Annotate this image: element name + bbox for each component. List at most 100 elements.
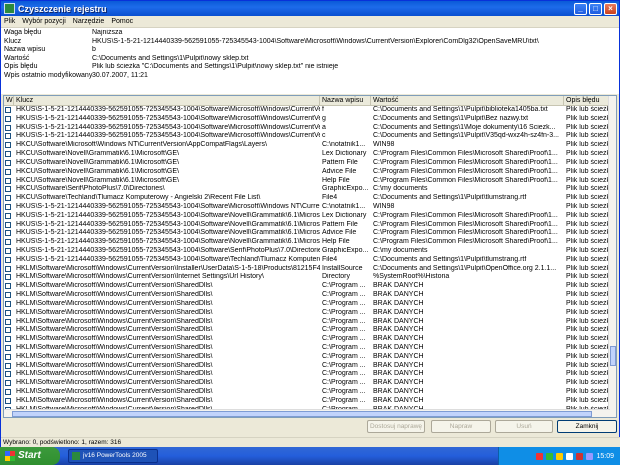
table-row[interactable]: HKUS\S-1-5-21-1214440339-562591055-72534… xyxy=(4,247,616,256)
app-icon xyxy=(4,3,15,14)
column-header-klucz[interactable]: Klucz xyxy=(14,96,320,105)
tray-icon[interactable] xyxy=(546,452,554,460)
customize-repair-button[interactable]: Dostosuj naprawę xyxy=(367,420,425,433)
table-row[interactable]: HKCU\Software\Microsoft\Windows NT\Curre… xyxy=(4,141,616,150)
table-row[interactable]: HKLM\Software\Microsoft\Windows\CurrentV… xyxy=(4,362,616,371)
table-row[interactable]: HKUS\S-1-5-21-1214440339-562591055-72534… xyxy=(4,132,616,141)
table-row[interactable]: HKLM\Software\Microsoft\Windows\CurrentV… xyxy=(4,344,616,353)
registry-errors-table[interactable]: W Klucz Nazwa wpisu Wartość Opis błędu H… xyxy=(3,95,617,418)
table-row[interactable]: HKUS\S-1-5-21-1214440339-562591055-72534… xyxy=(4,229,616,238)
row-checkbox[interactable] xyxy=(5,397,11,404)
horizontal-scroll-thumb[interactable] xyxy=(12,411,592,417)
table-row[interactable]: HKCU\Software\Novell\Grammatik\6.1\Micro… xyxy=(4,150,616,159)
row-checkbox[interactable] xyxy=(5,186,11,193)
row-checkbox[interactable] xyxy=(5,283,11,290)
table-row[interactable]: HKUS\S-1-5-21-1214440339-562591055-72534… xyxy=(4,115,616,124)
repair-button[interactable]: Napraw xyxy=(431,420,491,433)
row-checkbox-cell xyxy=(4,212,14,221)
row-checkbox[interactable] xyxy=(5,362,11,369)
table-row[interactable]: HKUS\S-1-5-21-1214440339-562591055-72534… xyxy=(4,221,616,230)
row-checkbox[interactable] xyxy=(5,318,11,325)
tray-icon[interactable] xyxy=(576,452,584,460)
row-checkbox[interactable] xyxy=(5,389,11,395)
tray-icon[interactable] xyxy=(536,452,544,460)
table-row[interactable]: HKUS\S-1-5-21-1214440339-562591055-72534… xyxy=(4,238,616,247)
table-row[interactable]: HKLM\Software\Microsoft\Windows\CurrentV… xyxy=(4,397,616,406)
column-header-w[interactable]: W xyxy=(4,96,14,105)
table-row[interactable]: HKLM\Software\Microsoft\Windows\CurrentV… xyxy=(4,388,616,397)
vertical-scroll-thumb[interactable] xyxy=(610,346,616,366)
minimize-button[interactable]: _ xyxy=(574,2,587,15)
table-row[interactable]: HKUS\S-1-5-21-1214440339-562591055-72534… xyxy=(4,256,616,265)
close-window-button[interactable]: × xyxy=(604,2,617,15)
table-row[interactable]: HKUS\S-1-5-21-1214440339-562591055-72534… xyxy=(4,124,616,133)
horizontal-scrollbar[interactable] xyxy=(4,409,610,417)
row-checkbox[interactable] xyxy=(5,371,11,378)
row-checkbox[interactable] xyxy=(5,292,11,299)
start-button[interactable]: Start xyxy=(0,447,60,465)
row-checkbox[interactable] xyxy=(5,248,11,254)
vertical-scrollbar[interactable] xyxy=(608,96,616,417)
row-checkbox[interactable] xyxy=(5,133,11,140)
title-bar[interactable]: Czyszczenie rejestru _ □ × xyxy=(1,1,619,16)
row-checkbox[interactable] xyxy=(5,142,11,149)
delete-button[interactable]: Usuń xyxy=(495,420,553,433)
table-row[interactable]: HKLM\Software\Microsoft\Windows\CurrentV… xyxy=(4,300,616,309)
menu-plik[interactable]: Plik xyxy=(4,18,15,25)
row-checkbox[interactable] xyxy=(5,168,11,175)
table-row[interactable]: HKCU\Software\Novell\Grammatik\6.1\Micro… xyxy=(4,168,616,177)
table-row[interactable]: HKCU\Software\Serif\PhotoPlus\7.0\Direct… xyxy=(4,185,616,194)
table-row[interactable]: HKLM\Software\Microsoft\Windows\CurrentV… xyxy=(4,291,616,300)
column-header-nazwa-wpisu[interactable]: Nazwa wpisu xyxy=(320,96,371,105)
row-checkbox[interactable] xyxy=(5,221,11,228)
row-checkbox[interactable] xyxy=(5,239,11,246)
row-checkbox[interactable] xyxy=(5,380,11,387)
row-checkbox[interactable] xyxy=(5,344,11,351)
tray-icon[interactable] xyxy=(586,452,594,460)
table-row[interactable]: HKCU\Software\Techland\Tlumacz Komputero… xyxy=(4,194,616,203)
table-row[interactable]: HKLM\Software\Microsoft\Windows\CurrentV… xyxy=(4,326,616,335)
row-checkbox[interactable] xyxy=(5,265,11,272)
taskbar-task-button[interactable]: jv16 PowerTools 2005 xyxy=(68,449,158,463)
table-row[interactable]: HKUS\S-1-5-21-1214440339-562591055-72534… xyxy=(4,203,616,212)
row-checkbox[interactable] xyxy=(5,115,11,122)
row-checkbox[interactable] xyxy=(5,336,11,343)
table-row[interactable]: HKLM\Software\Microsoft\Windows\CurrentV… xyxy=(4,309,616,318)
table-row[interactable]: HKLM\Software\Microsoft\Windows\CurrentV… xyxy=(4,273,616,282)
row-checkbox[interactable] xyxy=(5,212,11,219)
row-checkbox[interactable] xyxy=(5,195,11,202)
menu-wybor-pozycji[interactable]: Wybór pozycji xyxy=(22,18,66,25)
tray-icon[interactable] xyxy=(566,452,574,460)
table-row[interactable]: HKLM\Software\Microsoft\Windows\CurrentV… xyxy=(4,282,616,291)
table-row[interactable]: HKCU\Software\Novell\Grammatik\6.1\Micro… xyxy=(4,177,616,186)
table-row[interactable]: HKLM\Software\Microsoft\Windows\CurrentV… xyxy=(4,335,616,344)
row-checkbox[interactable] xyxy=(5,256,11,263)
close-button[interactable]: Zamknij xyxy=(557,420,617,433)
table-row[interactable]: HKUS\S-1-5-21-1214440339-562591055-72534… xyxy=(4,106,616,115)
row-checkbox[interactable] xyxy=(5,159,11,166)
row-checkbox[interactable] xyxy=(5,230,11,237)
column-header-opis-bledu[interactable]: Opis błędu xyxy=(564,96,609,105)
row-checkbox[interactable] xyxy=(5,177,11,184)
table-row[interactable]: HKLM\Software\Microsoft\Windows\CurrentV… xyxy=(4,379,616,388)
row-checkbox[interactable] xyxy=(5,124,11,131)
row-checkbox[interactable] xyxy=(5,300,11,307)
row-checkbox[interactable] xyxy=(5,274,11,281)
table-row[interactable]: HKLM\Software\Microsoft\Windows\CurrentV… xyxy=(4,265,616,274)
table-row[interactable]: HKUS\S-1-5-21-1214440339-562591055-72534… xyxy=(4,212,616,221)
row-checkbox[interactable] xyxy=(5,353,11,360)
table-row[interactable]: HKLM\Software\Microsoft\Windows\CurrentV… xyxy=(4,370,616,379)
menu-pomoc[interactable]: Pomoc xyxy=(111,18,133,25)
table-row[interactable]: HKLM\Software\Microsoft\Windows\CurrentV… xyxy=(4,353,616,362)
row-checkbox[interactable] xyxy=(5,151,11,158)
table-row[interactable]: HKCU\Software\Novell\Grammatik\6.1\Micro… xyxy=(4,159,616,168)
row-checkbox[interactable] xyxy=(5,203,11,210)
maximize-button[interactable]: □ xyxy=(589,2,602,15)
tray-icon[interactable] xyxy=(556,452,564,460)
menu-narzedzie[interactable]: Narzędzie xyxy=(73,18,105,25)
row-checkbox[interactable] xyxy=(5,107,11,113)
table-row[interactable]: HKLM\Software\Microsoft\Windows\CurrentV… xyxy=(4,318,616,327)
row-checkbox[interactable] xyxy=(5,327,11,334)
column-header-wartosc[interactable]: Wartość xyxy=(371,96,564,105)
row-checkbox[interactable] xyxy=(5,309,11,316)
